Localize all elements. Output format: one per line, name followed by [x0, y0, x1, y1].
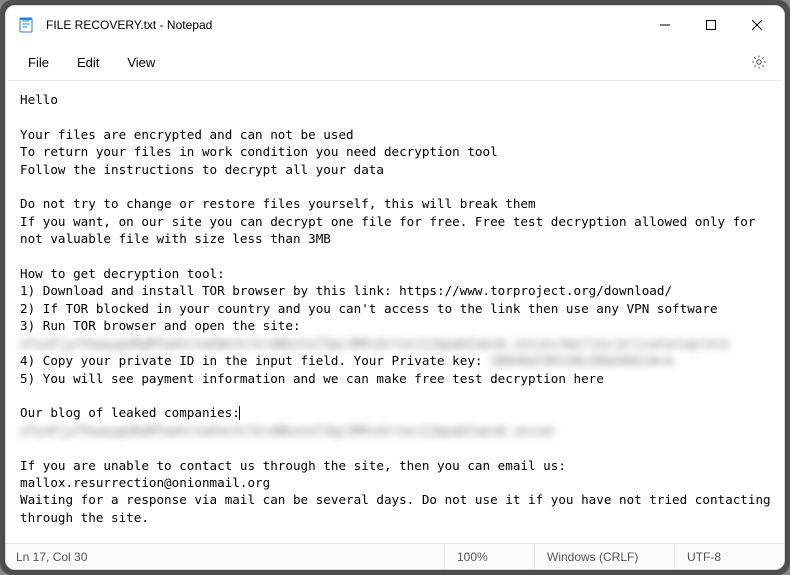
doc-line: How to get decryption tool: [20, 266, 225, 281]
doc-line: Do not try to change or restore files yo… [20, 196, 536, 211]
menubar: File Edit View [6, 44, 784, 80]
titlebar[interactable]: FILE RECOVERY.txt - Notepad [6, 6, 784, 44]
doc-line: Waiting for a response via mail can be s… [20, 492, 778, 524]
close-button[interactable] [734, 9, 780, 41]
statusbar: Ln 17, Col 30 100% Windows (CRLF) UTF-8 [6, 543, 784, 569]
doc-line: To return your files in work condition y… [20, 144, 498, 159]
doc-line: Our blog of leaked companies: [20, 405, 240, 420]
doc-line: If you want, on our site you can decrypt… [20, 214, 763, 246]
window-title: FILE RECOVERY.txt - Notepad [46, 18, 212, 32]
status-encoding: UTF-8 [674, 544, 784, 569]
status-position: Ln 17, Col 30 [6, 550, 444, 564]
status-eol: Windows (CRLF) [534, 544, 674, 569]
text-caret [239, 406, 240, 420]
doc-line: Follow the instructions to decrypt all y… [20, 162, 384, 177]
menu-view[interactable]: View [113, 49, 169, 76]
doc-line: If you are unable to contact us through … [20, 458, 574, 490]
doc-line: 3) Run TOR browser and open the site: [20, 318, 301, 333]
doc-line: 5) You will see payment information and … [20, 371, 604, 386]
redacted-private-key: 38046d78519b18b646619cA [490, 352, 674, 369]
settings-button[interactable] [742, 47, 776, 77]
status-zoom: 100% [444, 544, 534, 569]
notepad-window: FILE RECOVERY.txt - Notepad File Edit Vi… [5, 5, 785, 570]
doc-line: 2) If TOR blocked in your country and yo… [20, 301, 718, 316]
redacted-onion-url: ofyoFjyfhwaygoRwMfwehroahWchrScxNbute73q… [20, 335, 730, 352]
doc-line: 4) Copy your private ID in the input fie… [20, 353, 490, 368]
doc-line: Hello [20, 92, 58, 107]
doc-line: 1) Download and install TOR browser by t… [20, 283, 672, 298]
text-area[interactable]: Hello Your files are encrypted and can n… [6, 81, 784, 543]
notepad-icon [18, 17, 34, 33]
menu-edit[interactable]: Edit [63, 49, 113, 76]
maximize-button[interactable] [688, 9, 734, 41]
minimize-button[interactable] [642, 9, 688, 41]
doc-line: Your files are encrypted and can not be … [20, 127, 354, 142]
menu-file[interactable]: File [14, 49, 63, 76]
redacted-blog-url: ofyoFjyfhwaygoRwMfwehroahechrScxNbute73q… [20, 422, 555, 439]
